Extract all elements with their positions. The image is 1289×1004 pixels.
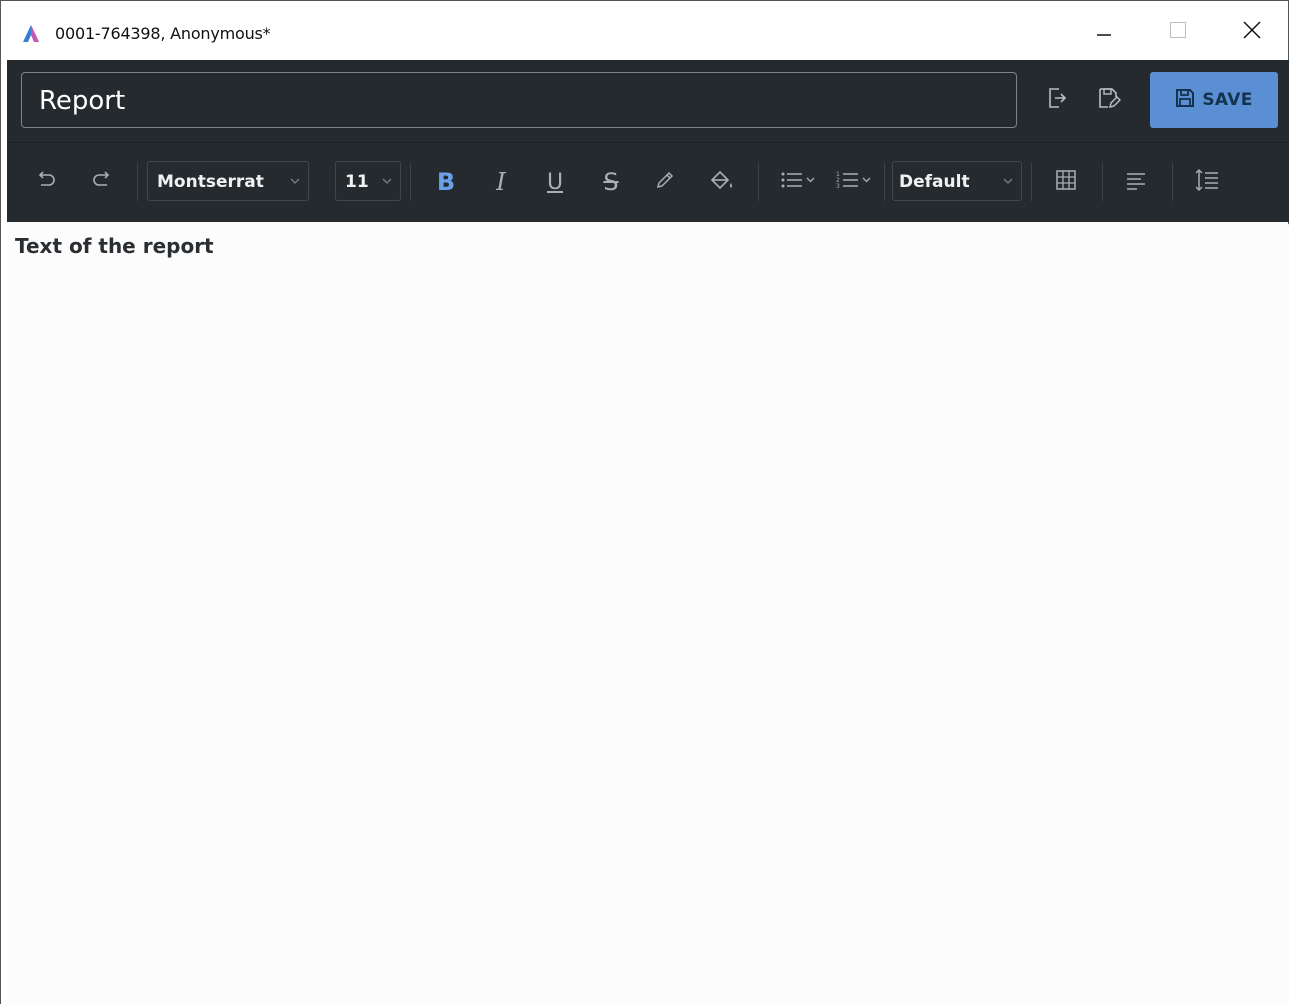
maximize-icon [1169, 21, 1187, 44]
chevron-down-icon [1002, 174, 1014, 192]
paragraph-style-select[interactable]: Default [892, 161, 1022, 201]
line-spacing-icon [1194, 168, 1220, 197]
save-as-icon [1097, 86, 1122, 115]
redo-icon [90, 169, 114, 196]
bold-label: B [436, 168, 456, 196]
font-size-value: 11 [345, 172, 369, 192]
close-button[interactable] [1229, 9, 1275, 55]
italic-label: I [496, 168, 506, 196]
svg-text:3: 3 [836, 183, 840, 190]
toolbar-separator [1172, 163, 1173, 201]
title-bar: 0001-764398, Anonymous* [1, 0, 1288, 60]
save-button[interactable]: SAVE [1150, 72, 1278, 128]
italic-button[interactable]: I [486, 167, 516, 197]
close-icon [1243, 20, 1261, 44]
save-as-button[interactable] [1096, 86, 1122, 114]
numbered-list-button[interactable]: 1 2 3 [835, 167, 875, 197]
formatting-toolbar: Montserrat 11 B I U S 1 2 3 Default [7, 142, 1289, 222]
text-color-button[interactable] [650, 167, 680, 197]
table-icon [1055, 169, 1077, 196]
underline-button[interactable]: U [540, 167, 570, 197]
line-spacing-button[interactable] [1192, 167, 1222, 197]
undo-icon [34, 169, 58, 196]
report-editor[interactable]: Text of the report [7, 222, 1289, 1004]
report-header: Report SAVE [7, 60, 1289, 142]
toolbar-separator [1031, 163, 1032, 201]
toolbar-separator [884, 163, 885, 201]
font-size-select[interactable]: 11 [335, 161, 401, 201]
window-title: 0001-764398, Anonymous* [55, 24, 271, 43]
export-button[interactable] [1044, 86, 1070, 114]
strikethrough-label: S [603, 168, 619, 196]
toolbar-separator [410, 163, 411, 201]
font-family-select[interactable]: Montserrat [147, 161, 309, 201]
maximize-button[interactable] [1155, 9, 1201, 55]
editor-content[interactable]: Text of the report [15, 234, 214, 258]
toolbar-separator [758, 163, 759, 201]
report-title-value: Report [39, 86, 126, 116]
export-icon [1046, 86, 1068, 115]
redo-button[interactable] [87, 167, 117, 197]
align-left-icon [1125, 169, 1147, 196]
app-window: 0001-764398, Anonymous* Report SAVE Mont… [0, 0, 1289, 1004]
undo-button[interactable] [31, 167, 61, 197]
paint-bucket-icon [709, 169, 735, 196]
report-title-input[interactable]: Report [21, 72, 1017, 128]
strikethrough-button[interactable]: S [596, 167, 626, 197]
bullet-list-button[interactable] [779, 167, 819, 197]
app-logo-icon [21, 23, 41, 43]
text-align-button[interactable] [1121, 167, 1151, 197]
floppy-disk-icon [1175, 88, 1195, 113]
underline-label: U [546, 169, 564, 195]
highlight-color-button[interactable] [707, 167, 737, 197]
minimize-button[interactable] [1081, 9, 1127, 55]
save-button-label: SAVE [1202, 90, 1253, 110]
chevron-down-icon [289, 174, 301, 192]
toolbar-separator [1102, 163, 1103, 201]
numbered-list-icon: 1 2 3 [836, 169, 874, 196]
minimize-icon [1095, 21, 1113, 44]
toolbar-separator [137, 163, 138, 201]
insert-table-button[interactable] [1051, 167, 1081, 197]
paragraph-style-value: Default [899, 172, 970, 192]
bold-button[interactable]: B [431, 167, 461, 197]
chevron-down-icon [381, 174, 393, 192]
pencil-icon [654, 169, 676, 196]
font-family-value: Montserrat [157, 172, 264, 192]
bullet-list-icon [780, 169, 818, 196]
